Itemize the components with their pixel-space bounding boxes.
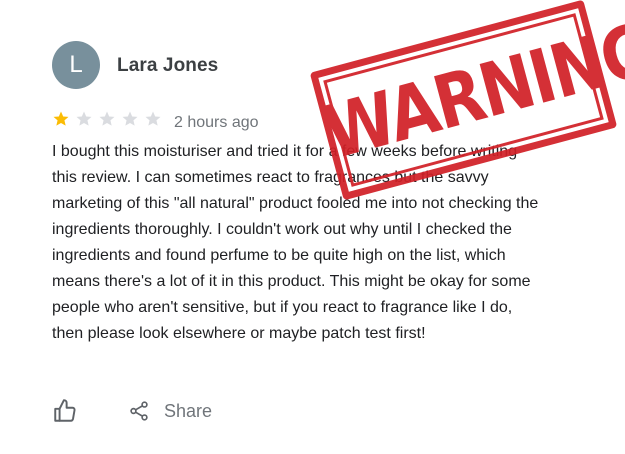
like-button[interactable] (52, 398, 78, 424)
share-icon (128, 400, 150, 422)
review-timestamp: 2 hours ago (174, 114, 259, 131)
reviewer-name[interactable]: Lara Jones (117, 55, 218, 77)
star-icon-2 (75, 110, 93, 128)
star-icon-3 (98, 110, 116, 128)
star-rating (52, 110, 162, 128)
review-actions: Share (52, 398, 212, 424)
share-button[interactable]: Share (128, 400, 212, 422)
review-text: I bought this moisturiser and tried it f… (52, 143, 539, 342)
star-icon-1 (52, 110, 70, 128)
star-icon-5 (144, 110, 162, 128)
share-label: Share (164, 400, 213, 421)
avatar: L (52, 41, 100, 89)
thumbs-up-icon (54, 399, 76, 422)
star-icon-4 (121, 110, 139, 128)
